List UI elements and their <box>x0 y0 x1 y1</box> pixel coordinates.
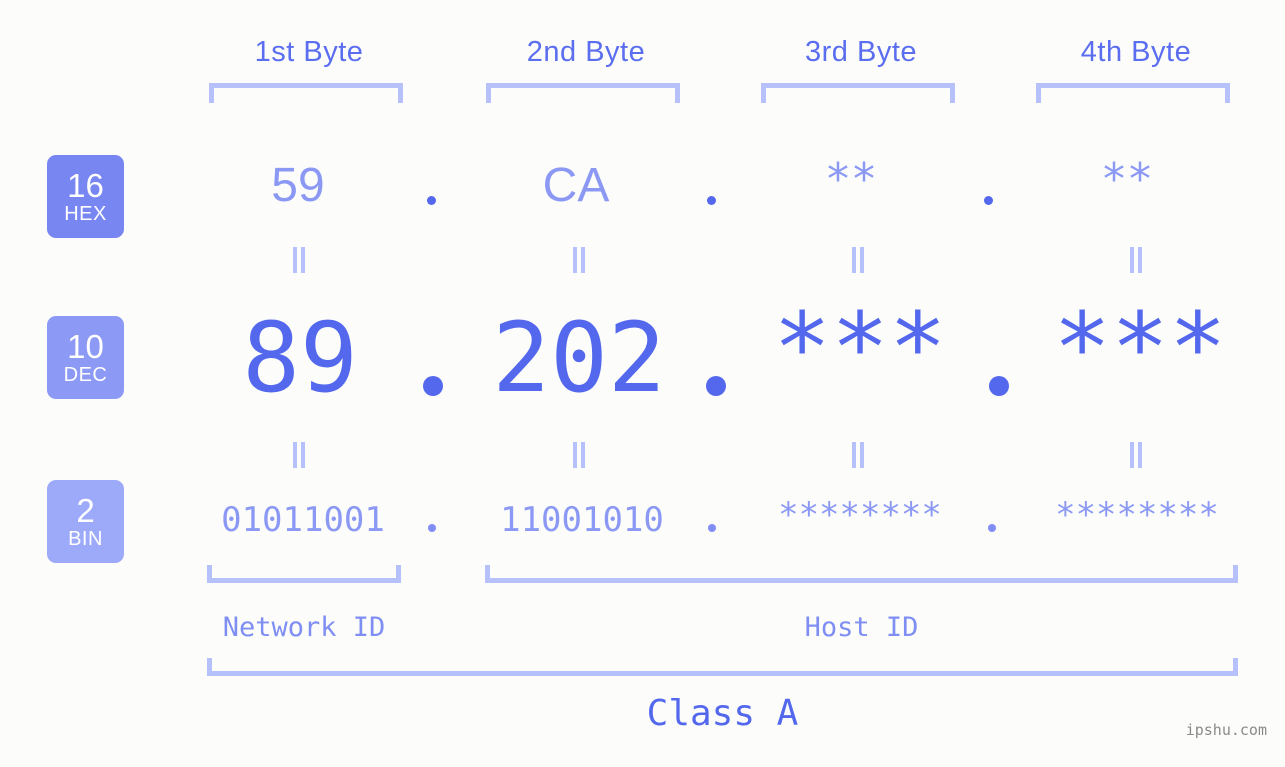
bin-separator-dot-2 <box>708 524 716 532</box>
byte-bracket-top-3 <box>761 83 955 103</box>
bin-byte-1-value: 01011001 <box>221 500 385 540</box>
byte-header-label-4: 4th Byte <box>1080 36 1192 68</box>
dec-byte-1-value: 89 <box>242 302 358 414</box>
hex-separator-dot-1 <box>427 196 436 205</box>
hex-byte-4-value: ** <box>1103 154 1155 205</box>
base-badge-hex-name: HEX <box>64 202 107 225</box>
bin-byte-3-value: ******** <box>778 495 942 535</box>
equality-mark-hex-dec-3 <box>851 247 865 273</box>
base-badge-hex-number: 16 <box>67 166 104 204</box>
byte-header-label-3: 3rd Byte <box>805 36 917 68</box>
hex-separator-dot-2 <box>707 196 716 205</box>
hex-byte-3-value: ** <box>827 154 879 205</box>
byte-bracket-top-4 <box>1036 83 1230 103</box>
base-badge-bin-number: 2 <box>76 491 95 529</box>
byte-header-label-2: 2nd Byte <box>526 36 646 68</box>
base-badge-bin: 2 BIN <box>47 480 124 563</box>
bin-byte-2-value: 11001010 <box>500 500 664 540</box>
host-id-label: Host ID <box>804 612 919 643</box>
site-watermark: ipshu.com <box>1185 721 1267 739</box>
dec-byte-2-value: 202 <box>492 302 666 414</box>
equality-mark-hex-dec-4 <box>1129 247 1143 273</box>
equality-mark-dec-bin-3 <box>851 442 865 468</box>
bin-separator-dot-1 <box>428 524 436 532</box>
dec-byte-4-value: *** <box>1053 292 1227 404</box>
base-badge-dec-name: DEC <box>63 363 108 386</box>
equality-mark-hex-dec-1 <box>292 247 306 273</box>
base-badge-dec: 10 DEC <box>47 316 124 399</box>
equality-mark-hex-dec-2 <box>572 247 586 273</box>
dec-byte-3-value: *** <box>773 292 947 404</box>
hex-separator-dot-3 <box>984 196 993 205</box>
bin-separator-dot-3 <box>988 524 996 532</box>
base-badge-hex: 16 HEX <box>47 155 124 238</box>
ip-address-breakdown-diagram: 1st Byte 2nd Byte 3rd Byte 4th Byte 16 H… <box>0 0 1285 767</box>
equality-mark-dec-bin-4 <box>1129 442 1143 468</box>
hex-byte-1-value: 59 <box>271 159 325 212</box>
equality-mark-dec-bin-2 <box>572 442 586 468</box>
byte-header-label-1: 1st Byte <box>254 36 364 68</box>
byte-bracket-top-2 <box>486 83 680 103</box>
equality-mark-dec-bin-1 <box>292 442 306 468</box>
dec-separator-dot-3 <box>989 376 1009 396</box>
dec-separator-dot-1 <box>423 376 443 396</box>
byte-bracket-top-1 <box>209 83 403 103</box>
hex-byte-2-value: CA <box>542 159 610 212</box>
dec-separator-dot-2 <box>706 376 726 396</box>
host-id-bracket <box>485 565 1238 583</box>
base-badge-dec-number: 10 <box>67 327 104 365</box>
network-id-label: Network ID <box>222 612 386 643</box>
network-id-bracket <box>207 565 401 583</box>
class-label: Class A <box>646 693 799 734</box>
class-bracket <box>207 658 1238 676</box>
bin-byte-4-value: ******** <box>1055 495 1219 535</box>
base-badge-bin-name: BIN <box>68 527 103 550</box>
